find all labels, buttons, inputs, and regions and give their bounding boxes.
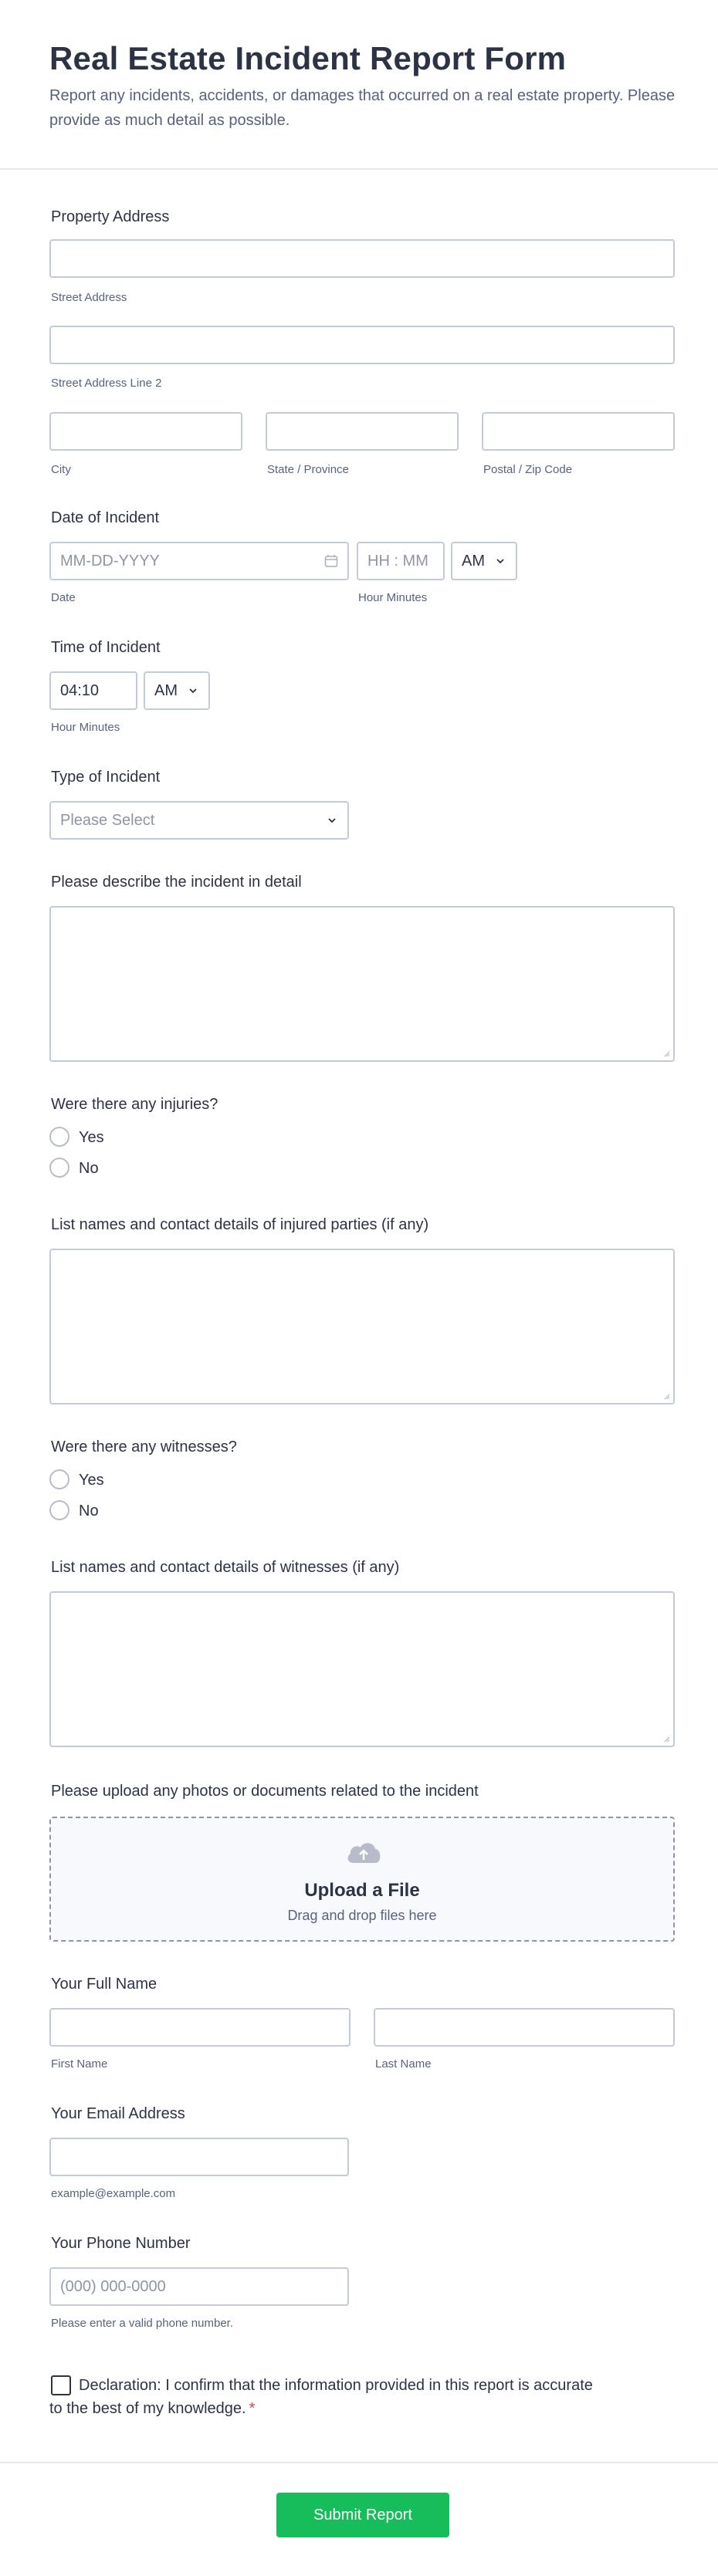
form-header: Real Estate Incident Report Form Report … (0, 0, 718, 170)
street-address-line2-sublabel: Street Address Line 2 (51, 377, 162, 390)
date-ampm-value: AM (462, 553, 485, 570)
required-asterisk: * (249, 2400, 256, 2417)
cloud-upload-icon (347, 1843, 381, 1863)
injuries-label: Were there any injuries? (51, 1096, 218, 1113)
describe-incident-textarea[interactable] (49, 906, 675, 1062)
email-label: Your Email Address (51, 2105, 185, 2122)
incident-time-input[interactable]: HH : MM (357, 542, 445, 580)
phone-sublabel: Please enter a valid phone number. (51, 2317, 233, 2330)
type-placeholder: Please Select (60, 812, 155, 829)
full-name-label: Your Full Name (51, 1976, 157, 1993)
footer-divider (0, 2462, 718, 2463)
form-title: Real Estate Incident Report Form (49, 40, 567, 76)
time-ampm-value: AM (154, 682, 178, 699)
street-address-sublabel: Street Address (51, 291, 127, 304)
date-placeholder: MM-DD-YYYY (60, 553, 160, 570)
resize-handle-icon[interactable] (662, 1392, 670, 1400)
last-name-sublabel: Last Name (375, 2057, 432, 2071)
calendar-icon[interactable] (324, 554, 338, 568)
chevron-down-icon (496, 559, 504, 564)
time-ampm-select[interactable]: AM (144, 671, 210, 710)
witness-details-label: List names and contact details of witnes… (51, 1559, 400, 1576)
witnesses-no-radio[interactable] (49, 1500, 69, 1520)
witnesses-yes-radio[interactable] (49, 1469, 69, 1489)
form-subtitle: Report any incidents, accidents, or dama… (49, 87, 676, 129)
chevron-down-icon (328, 818, 336, 823)
first-name-input[interactable] (49, 2008, 351, 2047)
state-input[interactable] (266, 412, 459, 451)
resize-handle-icon[interactable] (662, 1050, 670, 1057)
file-upload-dropzone[interactable]: Upload a File Drag and drop files here (49, 1817, 675, 1942)
time-value: 04:10 (60, 682, 100, 699)
injuries-yes-radio[interactable] (49, 1127, 69, 1147)
describe-incident-label: Please describe the incident in detail (51, 874, 302, 891)
phone-label: Your Phone Number (51, 2235, 191, 2252)
state-sublabel: State / Province (267, 463, 349, 476)
phone-field[interactable]: (000) 000-0000 (49, 2267, 349, 2306)
injuries-no-label[interactable]: No (79, 1160, 99, 1178)
injuries-no-radio[interactable] (49, 1158, 69, 1178)
email-sublabel: example@example.com (51, 2187, 176, 2200)
witness-details-textarea[interactable] (49, 1591, 675, 1747)
injuries-yes-label[interactable]: Yes (79, 1129, 104, 1147)
city-sublabel: City (51, 463, 71, 476)
property-address-label: Property Address (51, 208, 170, 225)
street-address-input[interactable] (49, 239, 675, 278)
type-of-incident-label: Type of Incident (51, 769, 161, 786)
type-of-incident-select[interactable]: Please Select (49, 801, 349, 840)
postal-input[interactable] (482, 412, 675, 451)
resize-handle-icon[interactable] (662, 1735, 670, 1743)
injured-parties-label: List names and contact details of injure… (51, 1216, 429, 1233)
time-of-incident-label: Time of Incident (51, 639, 161, 656)
upload-label: Please upload any photos or documents re… (51, 1783, 479, 1800)
postal-sublabel: Postal / Zip Code (483, 463, 573, 476)
declaration-text[interactable]: Declaration: I confirm that the informat… (49, 2374, 605, 2420)
last-name-input[interactable] (374, 2008, 675, 2047)
phone-placeholder: (000) 000-0000 (60, 2278, 166, 2295)
time-sublabel: Hour Minutes (51, 721, 120, 734)
declaration-label[interactable]: Declaration: I confirm that the informat… (49, 2377, 593, 2417)
first-name-sublabel: First Name (51, 2057, 108, 2071)
date-of-incident-label: Date of Incident (51, 509, 160, 526)
upload-subtitle: Drag and drop files here (287, 1908, 437, 1923)
email-field[interactable] (49, 2138, 349, 2176)
witnesses-yes-label[interactable]: Yes (79, 1472, 104, 1489)
street-address-line2-input[interactable] (49, 326, 675, 364)
incident-time-sublabel: Hour Minutes (358, 591, 428, 604)
date-ampm-select[interactable]: AM (451, 542, 517, 580)
time-placeholder: HH : MM (367, 553, 428, 570)
witnesses-label: Were there any witnesses? (51, 1438, 237, 1455)
chevron-down-icon (189, 688, 197, 694)
city-input[interactable] (49, 412, 242, 451)
submit-button[interactable]: Submit Report (276, 2493, 449, 2537)
date-sublabel: Date (51, 591, 76, 604)
upload-title: Upload a File (304, 1880, 420, 1901)
injured-parties-textarea[interactable] (49, 1249, 675, 1405)
witnesses-no-label[interactable]: No (79, 1503, 99, 1520)
date-input[interactable]: MM-DD-YYYY (49, 542, 349, 580)
time-input[interactable]: 04:10 (49, 671, 137, 710)
